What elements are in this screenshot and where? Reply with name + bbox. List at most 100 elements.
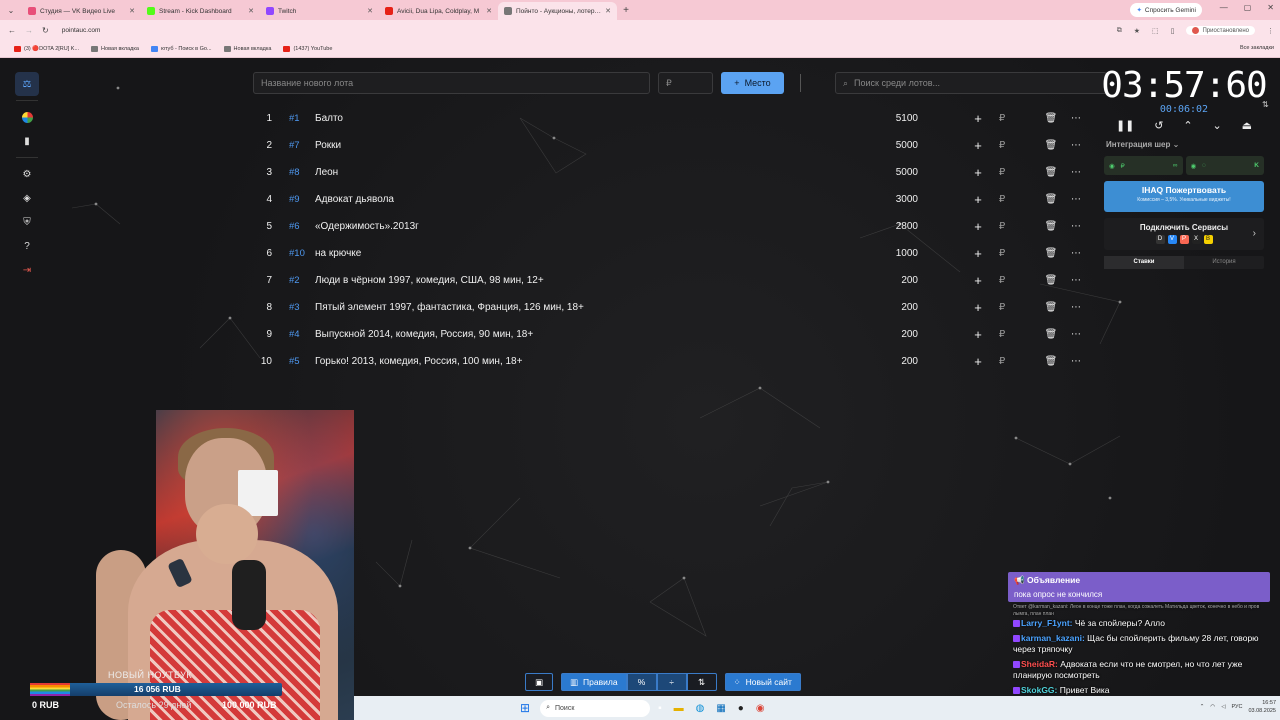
maximize-button[interactable]: ▢: [1244, 3, 1252, 12]
add-amount-button[interactable]: +: [966, 111, 990, 126]
obs-icon[interactable]: ●: [738, 703, 744, 714]
lot-name[interactable]: на крючке: [315, 248, 858, 259]
chat-username[interactable]: SkokGG:: [1021, 685, 1057, 695]
sidebar-shield-icon[interactable]: ⛨: [15, 210, 39, 234]
more-options-icon[interactable]: ⋯: [1064, 221, 1088, 232]
ruble-input-icon[interactable]: ₽: [990, 113, 1014, 124]
add-amount-button[interactable]: +: [966, 327, 990, 342]
lot-name[interactable]: Балто: [315, 113, 858, 124]
new-site-button[interactable]: ⁘ Новый сайт: [724, 673, 801, 691]
more-options-icon[interactable]: ⋯: [1064, 140, 1088, 151]
ruble-input-icon[interactable]: ₽: [990, 329, 1014, 340]
add-amount-button[interactable]: +: [966, 192, 990, 207]
tab-close-icon[interactable]: ✕: [367, 7, 373, 15]
chat-username[interactable]: karman_kazani:: [1021, 633, 1085, 643]
ruble-input-icon[interactable]: ₽: [990, 275, 1014, 286]
minimize-button[interactable]: —: [1220, 3, 1228, 12]
taskbar-search[interactable]: ⌕ Поиск: [540, 699, 651, 717]
split-button[interactable]: ÷: [656, 673, 687, 691]
forward-button[interactable]: →: [25, 26, 33, 35]
ask-gemini-button[interactable]: ✦ Спросить Gemini: [1130, 3, 1202, 17]
sidebar-auction-icon[interactable]: ⚖: [15, 72, 39, 96]
new-lot-name-input[interactable]: Название нового лота: [253, 72, 650, 94]
file-explorer-icon[interactable]: ▬: [674, 703, 684, 714]
bookmark-item[interactable]: (3) 🔴DOTA 2[RU] K...: [14, 46, 79, 52]
ruble-input-icon[interactable]: ₽: [990, 140, 1014, 151]
integration-dropdown[interactable]: Интеграция шер ⌄: [1098, 140, 1270, 149]
lot-name[interactable]: Горько! 2013, комедия, Россия, 100 мин, …: [315, 356, 858, 367]
bookmark-item[interactable]: ютуб - Поиск в Go...: [150, 46, 212, 52]
browser-tab[interactable]: Пойнто - Аукционы, лотереи ✕: [498, 2, 617, 20]
bookmark-item[interactable]: (1437) YouTube: [283, 46, 332, 52]
all-bookmarks-button[interactable]: Все закладки: [1240, 45, 1274, 51]
save-icon-button[interactable]: ▣: [525, 673, 553, 691]
lot-name[interactable]: «Одержимость».2013г: [315, 221, 858, 232]
browser-menu-icon[interactable]: ⋮: [1267, 27, 1274, 35]
delete-lot-icon[interactable]: 🗑: [1038, 113, 1064, 124]
ruble-input-icon[interactable]: ₽: [990, 302, 1014, 313]
delete-lot-icon[interactable]: 🗑: [1038, 302, 1064, 313]
store-icon[interactable]: ▦: [716, 703, 725, 714]
chevron-down-icon[interactable]: ⌄: [1212, 119, 1221, 132]
place-button[interactable]: + Место: [721, 72, 784, 94]
collapse-icon[interactable]: ⏏: [1242, 119, 1252, 132]
more-options-icon[interactable]: ⋯: [1064, 275, 1088, 286]
integration-toggle-donation[interactable]: ◉ ₽ ∞: [1104, 156, 1183, 175]
more-options-icon[interactable]: ⋯: [1064, 302, 1088, 313]
add-amount-button[interactable]: +: [966, 246, 990, 261]
rules-button[interactable]: ▥ Правила: [561, 673, 627, 691]
ruble-input-icon[interactable]: ₽: [990, 356, 1014, 367]
ruble-input-icon[interactable]: ₽: [990, 194, 1014, 205]
delete-lot-icon[interactable]: 🗑: [1038, 329, 1064, 340]
extensions-icon[interactable]: ⬚: [1152, 27, 1159, 35]
sidebar-help-icon[interactable]: ?: [15, 234, 39, 258]
ruble-input-icon[interactable]: ₽: [990, 221, 1014, 232]
browser-tab[interactable]: Stream - Kick Dashboard ✕: [141, 2, 260, 20]
tab-close-icon[interactable]: ✕: [486, 7, 492, 15]
more-options-icon[interactable]: ⋯: [1064, 194, 1088, 205]
more-options-icon[interactable]: ⋯: [1064, 113, 1088, 124]
taskbar-clock[interactable]: 16:57 03.08.2025: [1248, 699, 1276, 715]
add-amount-button[interactable]: +: [966, 300, 990, 315]
connect-services-button[interactable]: Подключить Сервисы D V P X B ›: [1104, 218, 1264, 250]
add-amount-button[interactable]: +: [966, 273, 990, 288]
translate-icon[interactable]: ⧉: [1117, 27, 1122, 35]
tab-close-icon[interactable]: ✕: [605, 7, 611, 15]
ruble-input-icon[interactable]: ₽: [990, 248, 1014, 259]
add-amount-button[interactable]: +: [966, 138, 990, 153]
sort-button[interactable]: ⇅: [686, 673, 717, 691]
delete-lot-icon[interactable]: 🗑: [1038, 140, 1064, 151]
percent-button[interactable]: %: [626, 673, 657, 691]
browser-tab[interactable]: Студия — VK Видео Live ✕: [22, 2, 141, 20]
reload-button[interactable]: ↻: [42, 26, 49, 35]
tab-close-icon[interactable]: ✕: [248, 7, 254, 15]
lot-search-input[interactable]: ⌕ Поиск среди лотов...: [835, 72, 1107, 94]
tray-chevron-icon[interactable]: ⌃: [1200, 704, 1205, 710]
volume-icon[interactable]: ◁: [1221, 704, 1225, 710]
donate-button[interactable]: IHAQ Пожертвовать Комиссия – 3,5%. Уника…: [1104, 181, 1264, 212]
lang-indicator[interactable]: РУС: [1231, 704, 1242, 710]
new-tab-button[interactable]: +: [617, 5, 635, 16]
bookmark-star-icon[interactable]: ★: [1134, 27, 1140, 35]
delete-lot-icon[interactable]: 🗑: [1038, 221, 1064, 232]
browser-tab[interactable]: Avicii, Dua Lipa, Coldplay, M ✕: [379, 2, 498, 20]
delete-lot-icon[interactable]: 🗑: [1038, 167, 1064, 178]
delete-lot-icon[interactable]: 🗑: [1038, 248, 1064, 259]
bookmark-item[interactable]: Новая вкладка: [91, 46, 139, 52]
sidebar-logout-icon[interactable]: ⇥: [15, 258, 39, 282]
edge-icon[interactable]: ◍: [696, 703, 705, 714]
pause-icon[interactable]: ❚❚: [1116, 119, 1134, 132]
chevron-up-icon[interactable]: ⌃: [1183, 119, 1192, 132]
reset-icon[interactable]: ↺: [1154, 119, 1163, 132]
more-options-icon[interactable]: ⋯: [1064, 356, 1088, 367]
sidebar-icon[interactable]: ▯: [1171, 27, 1175, 35]
windows-start-icon[interactable]: ⊞: [520, 701, 530, 715]
ruble-input-icon[interactable]: ₽: [990, 167, 1014, 178]
profile-paused-button[interactable]: Приостановлено: [1186, 26, 1255, 35]
delete-lot-icon[interactable]: 🗑: [1038, 275, 1064, 286]
lot-name[interactable]: Выпускной 2014, комедия, Россия, 90 мин,…: [315, 329, 858, 340]
close-window-button[interactable]: ✕: [1267, 3, 1274, 12]
tab-search-button[interactable]: ⌄: [0, 6, 22, 15]
integration-toggle-kick[interactable]: ◉ ◌ K: [1185, 156, 1264, 175]
lot-name[interactable]: Пятый элемент 1997, фантастика, Франция,…: [315, 302, 858, 313]
